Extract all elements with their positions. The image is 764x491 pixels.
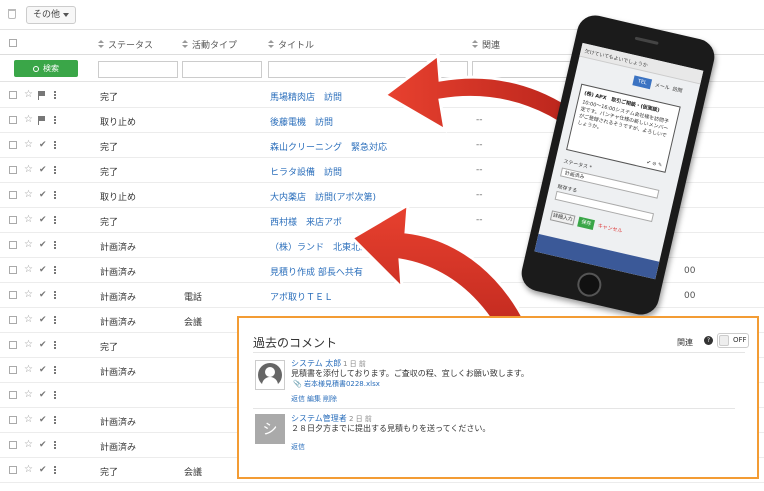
reply-link[interactable]: 返信 [291, 394, 305, 404]
edit-link[interactable]: 編集 [307, 394, 321, 404]
speaker [634, 36, 659, 45]
avatar: シ [255, 414, 285, 444]
phone-activity-bubble: (株) APX 取引ご相談・(仮面談) 10:00〜16:00システム会社様を訪… [566, 83, 681, 173]
phone-bubble-icons[interactable]: ✔ ⊘ ✎ [646, 159, 663, 168]
related-toggle[interactable]: OFF [717, 333, 749, 348]
related-toggle-label: 関連 [677, 338, 693, 347]
avatar [255, 360, 285, 390]
divider [253, 352, 745, 353]
phone-tab-tel[interactable]: TEL [632, 75, 653, 90]
phone-bottom-bar [534, 233, 660, 280]
past-comments-panel: 過去のコメント 関連 ? OFF システム 太郎 1 日 前 見積書を添付してお… [237, 316, 759, 479]
phone-detail-button[interactable]: 詳細入力 [549, 210, 576, 226]
reply-link[interactable]: 返信 [291, 442, 305, 452]
phone-tab-visit[interactable]: 訪問 [672, 85, 683, 94]
phone-tab-mail[interactable]: メール [654, 81, 670, 91]
comments-title: 過去のコメント [253, 336, 338, 350]
help-icon[interactable]: ? [704, 336, 713, 345]
phone-cancel-button[interactable]: キャンセル [597, 222, 623, 234]
comment-text: ２８日夕方までに提出する見積もりを送ってください。 [291, 424, 491, 433]
toggle-knob [719, 335, 729, 346]
toggle-off-label: OFF [733, 336, 747, 344]
home-button[interactable] [574, 270, 604, 300]
comment-attachment[interactable]: 📎 岩本様見積書0228.xlsx [293, 379, 380, 389]
divider [253, 408, 735, 409]
comment-text: 見積書を添付しております。ご査収の程、宜しくお願い致します。 [291, 369, 529, 378]
screenshot: その他 ステータス 活動タイプ タイトル 関連 検索 ☆完了馬場精肉店 訪問--… [0, 0, 764, 491]
phone-save-button[interactable]: 保存 [577, 216, 595, 230]
delete-link[interactable]: 削除 [323, 394, 337, 404]
